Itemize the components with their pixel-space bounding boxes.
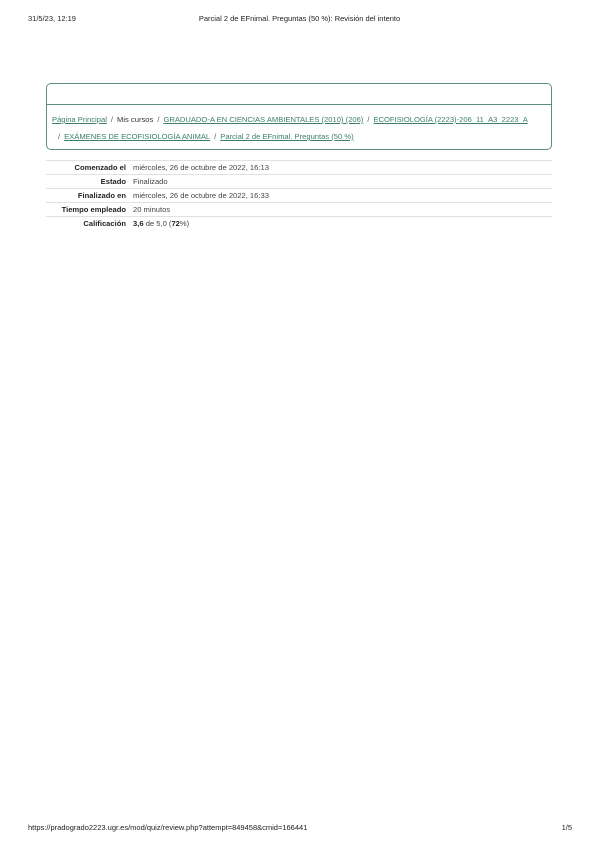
- summary-value: miércoles, 26 de octubre de 2022, 16:33: [133, 191, 269, 200]
- breadcrumb-separator: /: [367, 115, 370, 124]
- breadcrumb-separator: /: [110, 115, 114, 124]
- breadcrumb-separator: /: [214, 132, 217, 141]
- breadcrumb-card: Página Principal / Mis cursos / GRADUADO-A E…: [46, 83, 552, 150]
- summary-row-finished: Finalizado en miércoles, 26 de octubre d…: [46, 188, 552, 203]
- breadcrumb-separator: /: [58, 132, 61, 141]
- breadcrumb-degree-link[interactable]: GRADUADO-A EN CIENCIAS AMBIENTALES (2010…: [163, 115, 363, 124]
- summary-label: Calificación: [83, 219, 126, 229]
- summary-value: Finalizado: [133, 177, 168, 186]
- summary-row-state: Estado Finalizado: [46, 174, 552, 189]
- grade-score: 3,6: [133, 219, 144, 229]
- card-divider: [47, 104, 551, 105]
- summary-label: Estado: [100, 177, 126, 186]
- breadcrumb-separator: /: [157, 115, 160, 124]
- grade-percent: 72: [171, 219, 180, 229]
- print-page-number: 1/5: [561, 823, 572, 832]
- summary-value: miércoles, 26 de octubre de 2022, 16:13: [133, 163, 269, 172]
- breadcrumb-home-link[interactable]: Página Principal: [52, 115, 107, 124]
- grade-value: 3,6 de 5,0 (72%): [133, 217, 552, 231]
- grade-suffix: %): [179, 219, 190, 229]
- breadcrumb-exams-link[interactable]: EXÁMENES DE ECOFISIOLOGÍA ANIMAL: [64, 132, 210, 141]
- breadcrumb: Página Principal / Mis cursos / GRADUADO-A E…: [52, 111, 545, 145]
- breadcrumb-my-courses: Mis cursos: [117, 115, 154, 124]
- breadcrumb-line-1: Página Principal / Mis cursos / GRADUADO-A E…: [52, 111, 545, 128]
- print-url: https://pradogrado2223.ugr.es/mod/quiz/r…: [28, 823, 308, 832]
- summary-value: 20 minutos: [133, 205, 171, 214]
- summary-row-grade: Calificación 3,6 de 5,0 (72%): [46, 216, 552, 231]
- breadcrumb-quiz-link[interactable]: Parcial 2 de EFnimal. Preguntas (50 %): [220, 132, 353, 141]
- breadcrumb-course-link[interactable]: ECOFISIOLOGÍA (2223)-206_11_A3_2223_A: [373, 115, 527, 124]
- summary-row-time-taken: Tiempo empleado 20 minutos: [46, 202, 552, 217]
- summary-label: Finalizado en: [77, 191, 126, 200]
- summary-label: Tiempo empleado: [61, 205, 126, 214]
- grade-of-text: de 5,0 (: [145, 219, 172, 229]
- summary-row-started: Comenzado el miércoles, 26 de octubre de…: [46, 160, 552, 175]
- attempt-summary-table: Comenzado el miércoles, 26 de octubre de…: [46, 160, 552, 231]
- breadcrumb-line-2: / EXÁMENES DE ECOFISIOLOGÍA ANIMAL / Parcia…: [52, 128, 545, 145]
- summary-label: Comenzado el: [74, 163, 126, 172]
- print-title: Parcial 2 de EFnimal. Preguntas (50 %): …: [198, 14, 401, 23]
- printed-page: 31/5/23, 12:19 Parcial 2 de EFnimal. Pre…: [0, 0, 599, 848]
